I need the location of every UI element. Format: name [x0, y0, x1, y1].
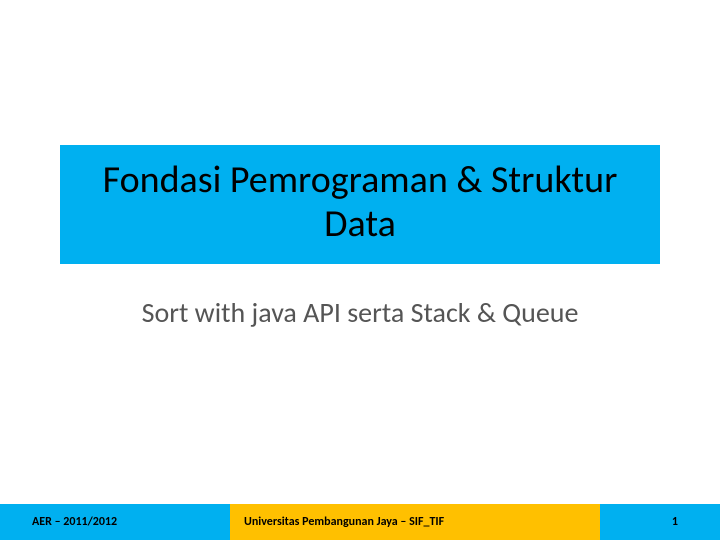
footer-page-number: 1 — [600, 504, 720, 540]
footer-institution: Universitas Pembangunan Jaya – SIF_TIF — [230, 504, 600, 540]
slide-subtitle: Sort with java API serta Stack & Queue — [60, 295, 660, 330]
slide-footer: AER – 2011/2012 Universitas Pembangunan … — [0, 504, 720, 540]
slide-title: Fondasi Pemrograman & Struktur Data — [80, 159, 640, 246]
title-block: Fondasi Pemrograman & Struktur Data — [60, 145, 660, 264]
footer-author: AER – 2011/2012 — [0, 504, 230, 540]
